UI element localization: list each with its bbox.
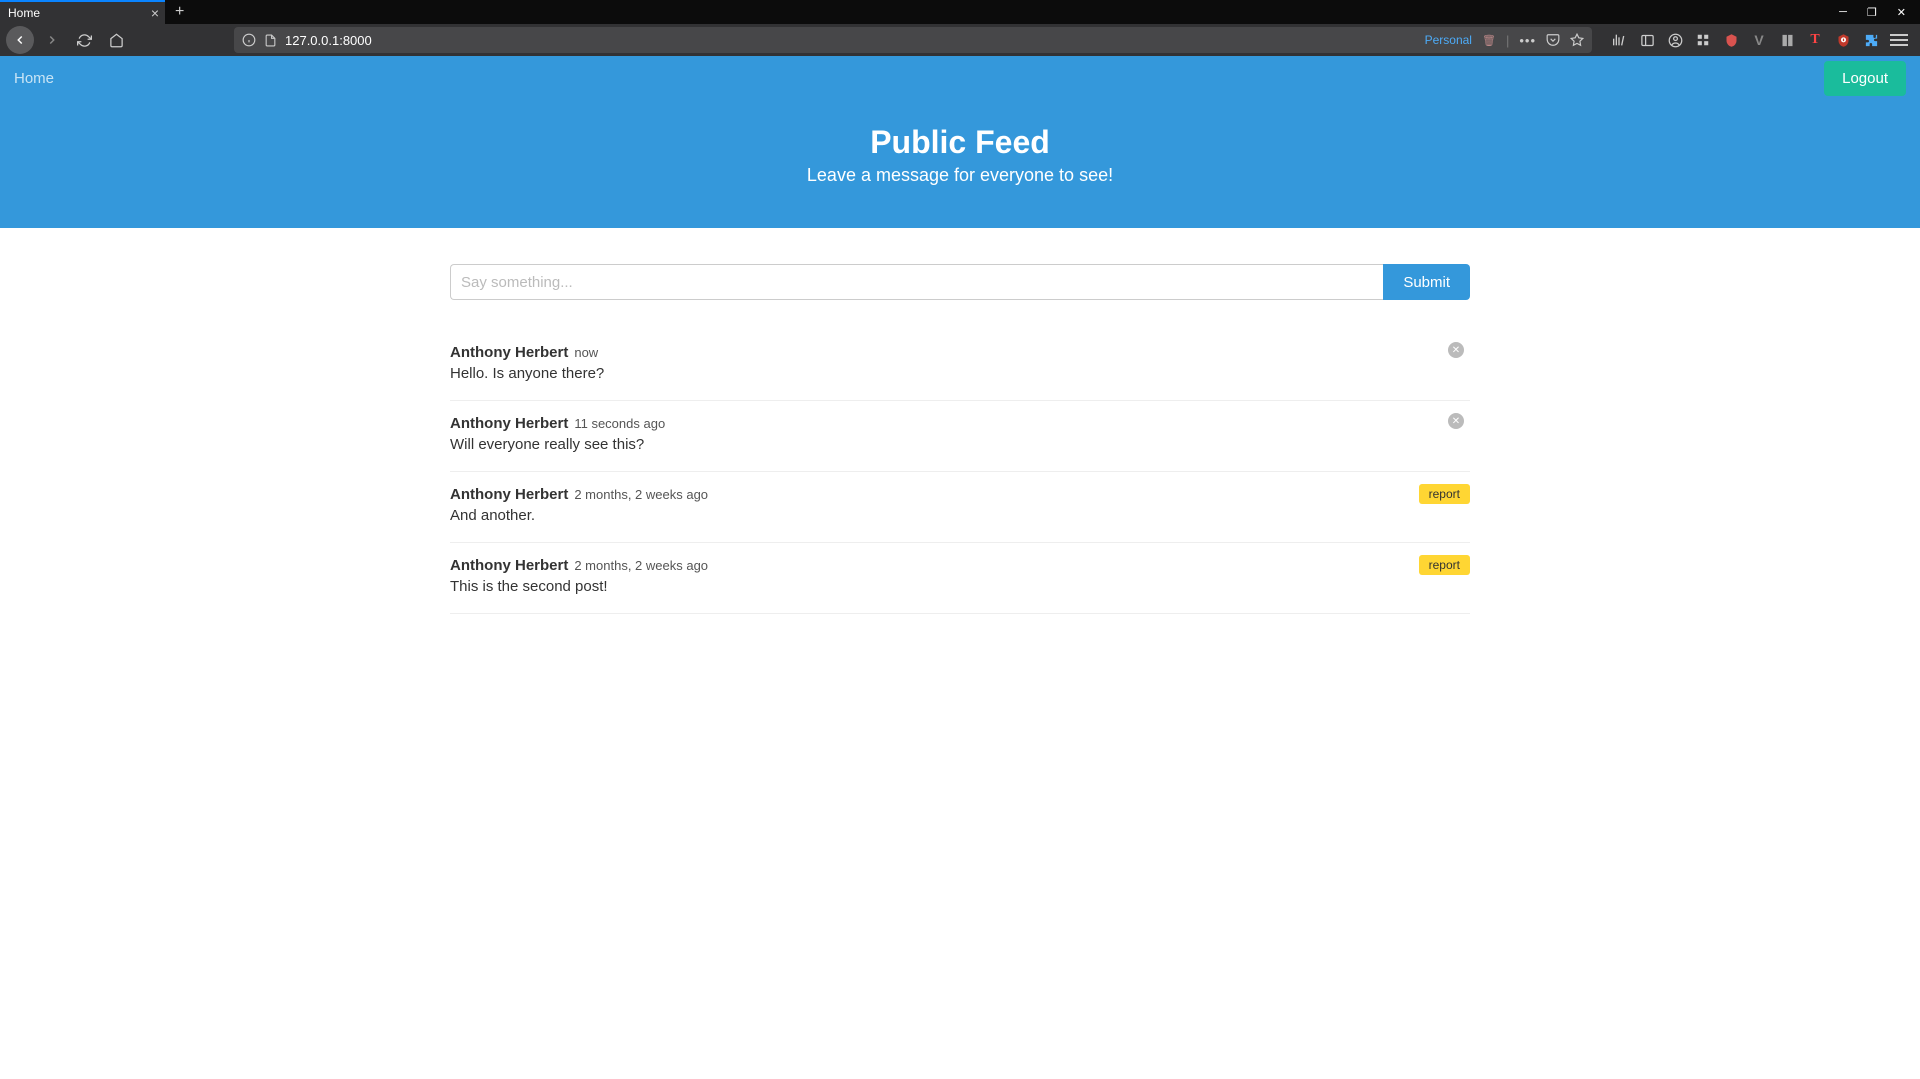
report-post-button[interactable]: report bbox=[1419, 484, 1470, 504]
post-content: And another. bbox=[450, 507, 1470, 524]
container-label[interactable]: Personal bbox=[1425, 33, 1472, 47]
shield-extension-icon[interactable] bbox=[1722, 31, 1740, 49]
post-author: Anthony Herbert bbox=[450, 486, 568, 503]
post-timestamp: now bbox=[574, 345, 598, 360]
menu-button[interactable] bbox=[1890, 34, 1908, 46]
page-actions-icon[interactable]: ••• bbox=[1519, 33, 1536, 48]
submit-button[interactable]: Submit bbox=[1383, 264, 1470, 300]
page-viewport: Home Logout Public Feed Leave a message … bbox=[0, 56, 1920, 1079]
url-bar[interactable]: 127.0.0.1:8000 Personal 🗑 | ••• bbox=[234, 27, 1592, 53]
close-tab-icon[interactable]: × bbox=[151, 5, 159, 21]
delete-post-icon[interactable]: ✕ bbox=[1448, 342, 1464, 358]
container-icon: 🗑 bbox=[1482, 34, 1496, 47]
post-content: Will everyone really see this? bbox=[450, 436, 1470, 453]
browser-tab[interactable]: Home × bbox=[0, 0, 165, 24]
close-window-icon[interactable]: ✕ bbox=[1897, 6, 1906, 19]
toolbar-extensions: V T bbox=[1604, 31, 1914, 49]
report-post-button[interactable]: report bbox=[1419, 555, 1470, 575]
info-icon[interactable] bbox=[242, 33, 256, 47]
page-icon bbox=[264, 34, 277, 47]
pocket-icon[interactable] bbox=[1546, 33, 1560, 47]
post-header: Anthony Herbert 2 months, 2 weeks ago bbox=[450, 557, 1470, 574]
url-text: 127.0.0.1:8000 bbox=[285, 33, 1417, 48]
post-item: Anthony Herbert 11 seconds ago Will everyo… bbox=[450, 401, 1470, 472]
hero-section: Public Feed Leave a message for everyone… bbox=[0, 100, 1920, 228]
browser-titlebar: Home × + ─ ❐ ✕ bbox=[0, 0, 1920, 24]
maximize-icon[interactable]: ❐ bbox=[1867, 6, 1877, 19]
page-subtitle: Leave a message for everyone to see! bbox=[0, 165, 1920, 186]
t-extension-icon[interactable]: T bbox=[1806, 31, 1824, 49]
post-header: Anthony Herbert now bbox=[450, 344, 1470, 361]
post-item: Anthony Herbert now Hello. Is anyone there… bbox=[450, 330, 1470, 401]
post-header: Anthony Herbert 2 months, 2 weeks ago bbox=[450, 486, 1470, 503]
post-content: This is the second post! bbox=[450, 578, 1470, 595]
posts-list: Anthony Herbert now Hello. Is anyone there… bbox=[450, 330, 1470, 614]
reload-button[interactable] bbox=[70, 26, 98, 54]
post-author: Anthony Herbert bbox=[450, 415, 568, 432]
back-button[interactable] bbox=[6, 26, 34, 54]
library-icon[interactable] bbox=[1610, 31, 1628, 49]
post-timestamp: 2 months, 2 weeks ago bbox=[574, 558, 708, 573]
puzzle-extension-icon[interactable] bbox=[1862, 31, 1880, 49]
app-navbar: Home Logout bbox=[0, 56, 1920, 100]
logout-button[interactable]: Logout bbox=[1824, 61, 1906, 96]
post-timestamp: 11 seconds ago bbox=[574, 416, 665, 431]
page-title: Public Feed bbox=[0, 124, 1920, 161]
v-extension-icon[interactable]: V bbox=[1750, 31, 1768, 49]
compose-form: Submit bbox=[450, 264, 1470, 300]
sidebar-icon[interactable] bbox=[1638, 31, 1656, 49]
window-controls: ─ ❐ ✕ bbox=[1839, 6, 1920, 19]
grid-extension-icon[interactable] bbox=[1694, 31, 1712, 49]
post-item: Anthony Herbert 2 months, 2 weeks ago This… bbox=[450, 543, 1470, 614]
post-content: Hello. Is anyone there? bbox=[450, 365, 1470, 382]
new-tab-button[interactable]: + bbox=[175, 3, 184, 21]
post-item: Anthony Herbert 2 months, 2 weeks ago And … bbox=[450, 472, 1470, 543]
minimize-icon[interactable]: ─ bbox=[1839, 6, 1847, 19]
home-button[interactable] bbox=[102, 26, 130, 54]
forward-button[interactable] bbox=[38, 26, 66, 54]
bookmark-icon[interactable] bbox=[1570, 33, 1584, 47]
message-input[interactable] bbox=[450, 264, 1383, 300]
ublock-extension-icon[interactable] bbox=[1834, 31, 1852, 49]
delete-post-icon[interactable]: ✕ bbox=[1448, 413, 1464, 429]
post-header: Anthony Herbert 11 seconds ago bbox=[450, 415, 1470, 432]
post-author: Anthony Herbert bbox=[450, 557, 568, 574]
feed-container: Submit Anthony Herbert now Hello. Is anyon… bbox=[450, 228, 1470, 650]
browser-toolbar: 127.0.0.1:8000 Personal 🗑 | ••• bbox=[0, 24, 1920, 56]
account-icon[interactable] bbox=[1666, 31, 1684, 49]
post-timestamp: 2 months, 2 weeks ago bbox=[574, 487, 708, 502]
book-extension-icon[interactable] bbox=[1778, 31, 1796, 49]
post-author: Anthony Herbert bbox=[450, 344, 568, 361]
nav-home-link[interactable]: Home bbox=[14, 70, 54, 87]
tab-title: Home bbox=[8, 6, 40, 20]
